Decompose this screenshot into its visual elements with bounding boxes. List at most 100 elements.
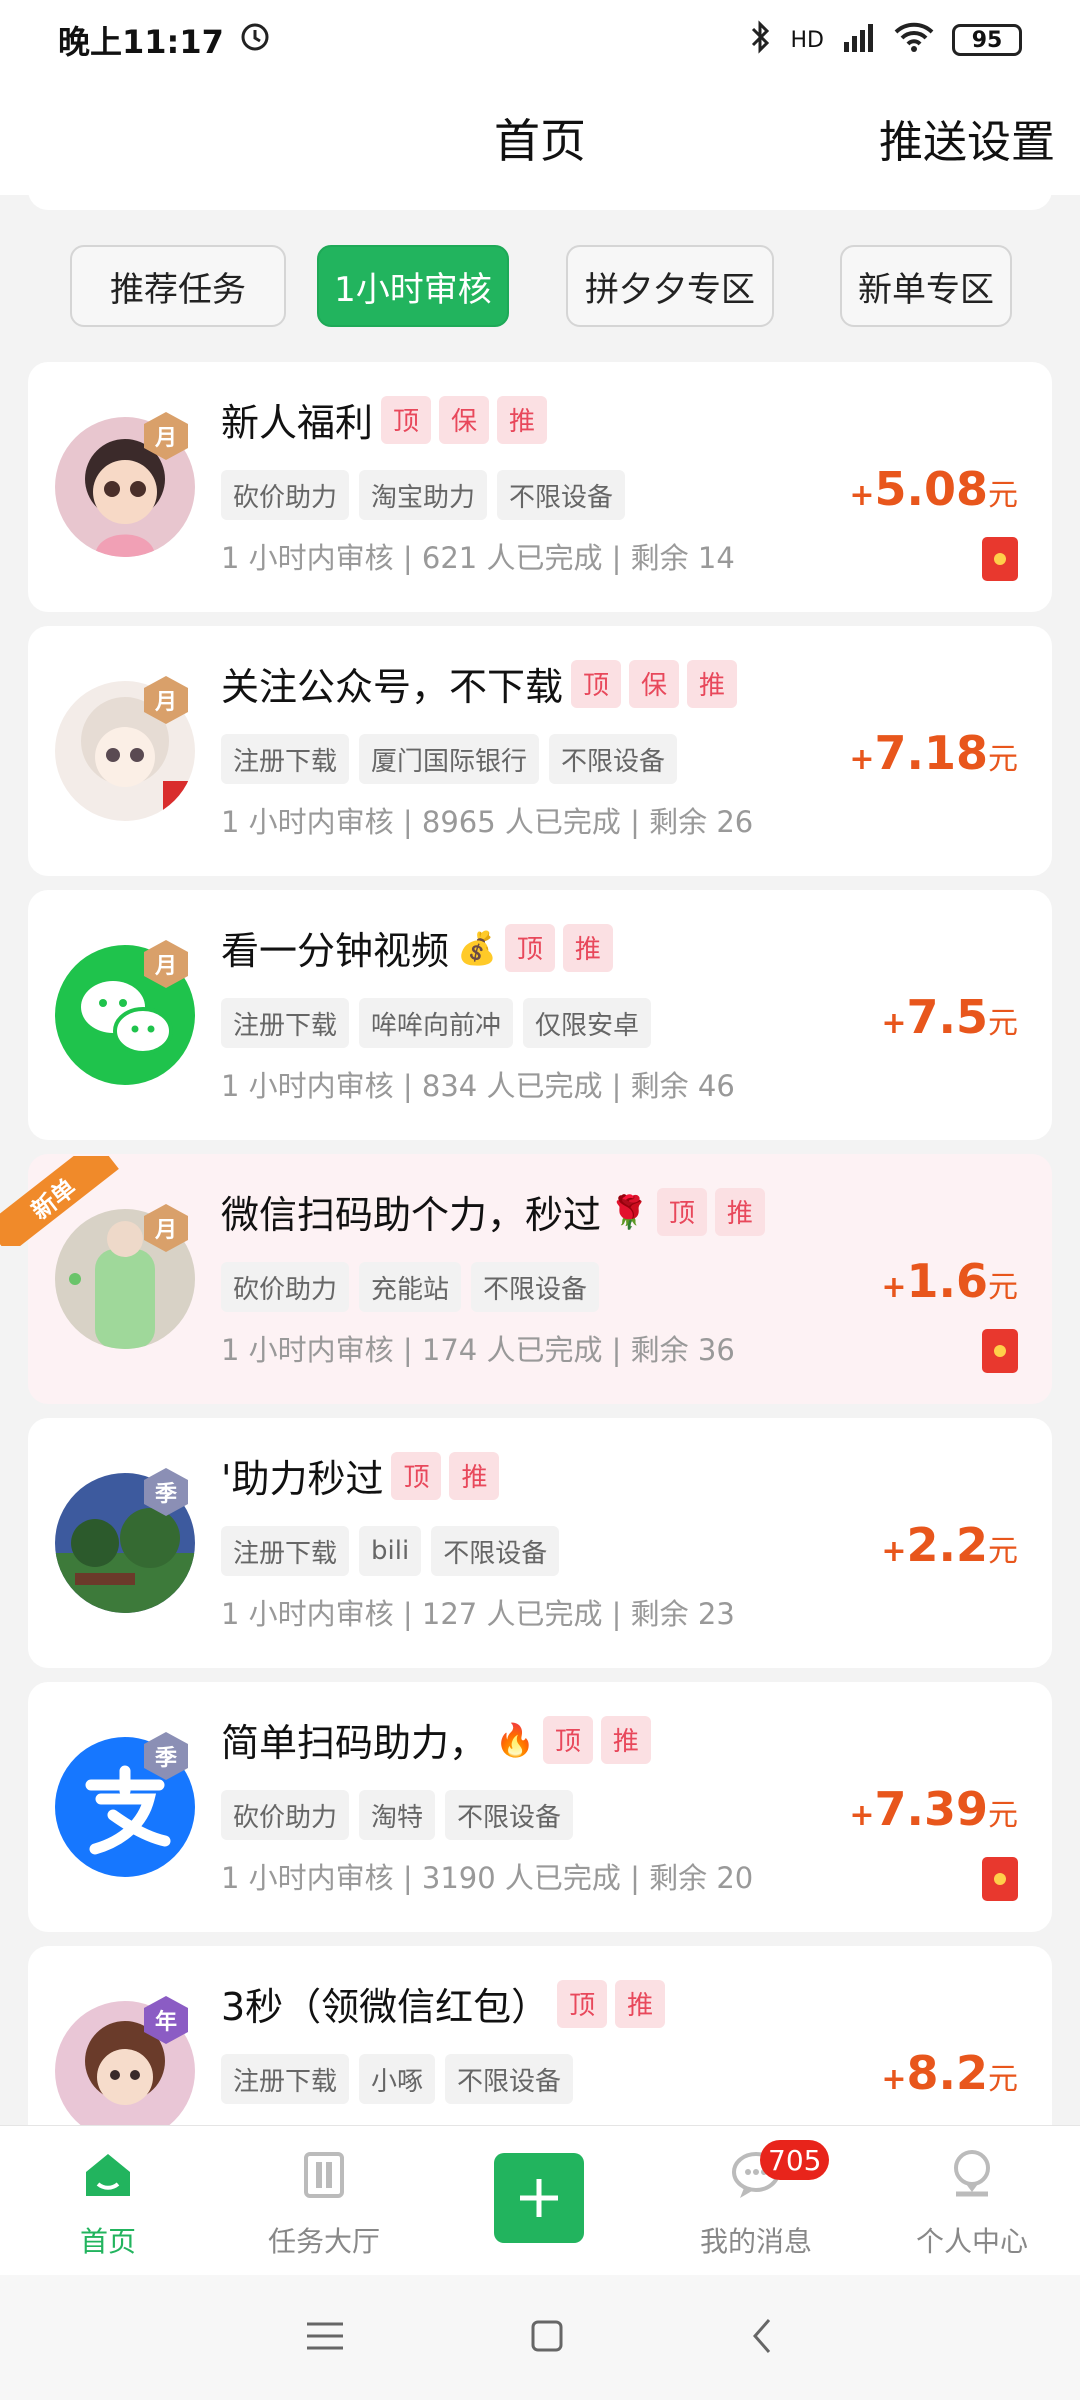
task-chip: 注册下载	[221, 998, 350, 1048]
task-reward: +7.5 元	[881, 990, 1018, 1044]
nav-profile[interactable]: 个人中心	[892, 2146, 1052, 2260]
home-square-icon[interactable]	[527, 2316, 567, 2360]
badge-recommend: 推	[449, 1451, 500, 1500]
header: 首页 推送设置	[0, 80, 1080, 195]
task-hall-icon	[296, 2146, 352, 2206]
tab-new-orders[interactable]: 新单专区	[840, 245, 1012, 327]
fire-icon: 🔥	[495, 1720, 535, 1759]
task-chip: 不限设备	[445, 2054, 574, 2104]
banner-strip	[28, 190, 1052, 210]
badge-guarantee: 保	[629, 659, 680, 708]
task-title: 新人福利	[221, 401, 374, 445]
task-card[interactable]: 新单 月 微信扫码助个力，秒过 🌹 顶 推 砍价助力 充能站 不限设备 1 小时…	[0, 1154, 1052, 1404]
badge-guarantee: 保	[439, 395, 490, 444]
battery-icon: 95	[952, 24, 1022, 56]
task-meta: 1 小时内审核 | 3190 人已完成 | 剩余 20	[221, 1861, 754, 1895]
badge-top: 顶	[391, 1451, 442, 1500]
task-meta: 1 小时内审核 | 621 人已完成 | 剩余 14	[221, 541, 735, 575]
task-chip: 注册下载	[221, 734, 350, 784]
task-chip: 不限设备	[471, 1262, 600, 1312]
badge-top: 顶	[504, 923, 555, 972]
money-bag-icon: 💰	[457, 928, 497, 967]
signal-icon	[842, 22, 876, 58]
task-reward: +7.18 元	[849, 726, 1018, 780]
task-chip: 注册下载	[221, 2054, 350, 2104]
task-card[interactable]: 月 新人福利 顶 保 推 砍价助力 淘宝助力 不限设备 1 小时内审核 | 62…	[28, 362, 1052, 612]
badge-top: 顶	[571, 659, 622, 708]
task-chip: 仅限安卓	[523, 998, 652, 1048]
task-chip: 砍价助力	[221, 1262, 350, 1312]
task-meta: 1 小时内审核 | 174 人已完成 | 剩余 36	[221, 1333, 735, 1367]
badge-recommend: 推	[562, 923, 613, 972]
task-chip: 厦门国际银行	[359, 734, 540, 784]
task-card[interactable]: 季 简单扫码助力， 🔥 顶 推 砍价助力 淘特 不限设备 1 小时内审核 | 3…	[28, 1682, 1052, 1932]
red-packet-icon	[982, 1329, 1018, 1373]
badge-top: 顶	[656, 1187, 707, 1236]
task-card[interactable]: 月 关注公众号，不下载 顶 保 推 注册下载 厦门国际银行 不限设备 1 小时内…	[28, 626, 1052, 876]
red-packet-icon	[982, 1857, 1018, 1901]
red-packet-icon	[982, 537, 1018, 581]
alarm-icon	[238, 19, 272, 61]
menu-icon[interactable]	[303, 2318, 347, 2358]
bottom-nav: 首页 任务大厅 我的消息 705 个人中心	[0, 2125, 1080, 2275]
profile-icon	[944, 2146, 1000, 2206]
system-nav-bar	[0, 2275, 1080, 2400]
task-reward: +5.08 元	[849, 462, 1018, 516]
badge-top: 顶	[542, 1715, 593, 1764]
push-settings-button[interactable]: 推送设置	[879, 106, 1055, 170]
task-title: 微信扫码助个力，秒过	[221, 1193, 602, 1237]
status-bar: 晚上11:17 HD 95	[0, 0, 1080, 80]
task-chip: bili	[359, 1526, 422, 1576]
message-count-badge: 705	[760, 2140, 830, 2180]
task-title: 关注公众号，不下载	[221, 665, 564, 709]
task-chip: 淘宝助力	[359, 470, 488, 520]
network-label: HD	[790, 27, 824, 53]
nav-home[interactable]: 首页	[28, 2146, 188, 2260]
task-meta: 1 小时内审核 | 8965 人已完成 | 剩余 26	[221, 805, 754, 839]
badge-recommend: 推	[615, 1979, 666, 2028]
task-title: 看一分钟视频	[221, 929, 450, 973]
task-reward: +8.2 元	[881, 2046, 1018, 2100]
task-chip: 不限设备	[549, 734, 678, 784]
category-tabs: 推荐任务 1小时审核 拼夕夕专区 新单专区	[0, 245, 1080, 327]
task-reward: +1.6 元	[881, 1254, 1018, 1308]
task-reward: +2.2 元	[881, 1518, 1018, 1572]
tab-recommended[interactable]: 推荐任务	[70, 245, 286, 327]
badge-recommend: 推	[687, 659, 738, 708]
page-title: 首页	[494, 113, 586, 168]
tab-pinxixi[interactable]: 拼夕夕专区	[566, 245, 774, 327]
task-card[interactable]: 季 '助力秒过 顶 推 注册下载 bili 不限设备 1 小时内审核 | 127…	[28, 1418, 1052, 1668]
task-reward: +7.39 元	[849, 1782, 1018, 1836]
task-chip: 充能站	[359, 1262, 462, 1312]
task-chip: 不限设备	[497, 470, 626, 520]
task-chip: 淘特	[359, 1790, 436, 1840]
task-title: '助力秒过	[221, 1457, 384, 1501]
badge-top: 顶	[381, 395, 432, 444]
badge-top: 顶	[557, 1979, 608, 2028]
bluetooth-icon	[749, 20, 773, 60]
badge-recommend: 推	[714, 1187, 765, 1236]
task-meta: 1 小时内审核 | 127 人已完成 | 剩余 23	[221, 1597, 735, 1631]
task-chip: 砍价助力	[221, 1790, 350, 1840]
nav-task-hall[interactable]: 任务大厅	[244, 2146, 404, 2260]
home-icon	[80, 2146, 136, 2206]
badge-recommend: 推	[600, 1715, 651, 1764]
status-time: 晚上11:17	[58, 23, 224, 61]
add-task-button[interactable]	[494, 2153, 584, 2243]
task-card[interactable]: 月 看一分钟视频 💰 顶 推 注册下载 哞哞向前冲 仅限安卓 1 小时内审核 |…	[28, 890, 1052, 1140]
task-chip: 注册下载	[221, 1526, 350, 1576]
task-chip: 砍价助力	[221, 470, 350, 520]
task-chip: 不限设备	[431, 1526, 560, 1576]
plus-icon	[520, 2179, 558, 2217]
task-list: 月 新人福利 顶 保 推 砍价助力 淘宝助力 不限设备 1 小时内审核 | 62…	[0, 362, 1052, 2210]
task-chip: 不限设备	[445, 1790, 574, 1840]
rose-icon: 🌹	[609, 1192, 649, 1231]
tab-1hour-review[interactable]: 1小时审核	[317, 245, 509, 327]
task-meta: 1 小时内审核 | 834 人已完成 | 剩余 46	[221, 1069, 735, 1103]
back-icon[interactable]	[747, 2316, 777, 2360]
badge-recommend: 推	[497, 395, 548, 444]
task-chip: 小啄	[359, 2054, 436, 2104]
task-title: 简单扫码助力，	[221, 1721, 488, 1765]
wifi-icon	[894, 22, 934, 58]
task-chip: 哞哞向前冲	[359, 998, 514, 1048]
